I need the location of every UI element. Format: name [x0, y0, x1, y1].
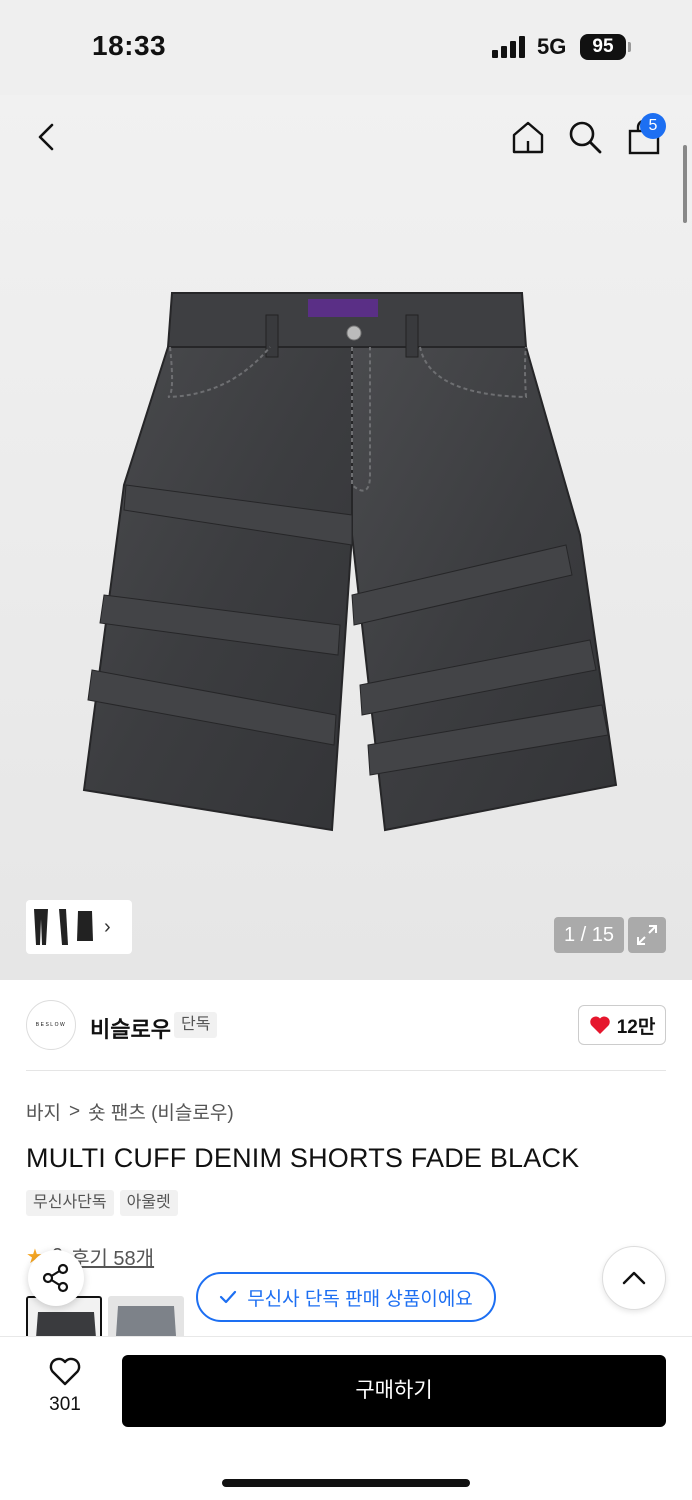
image-counter: 1 / 15	[554, 917, 624, 953]
breadcrumb-subcategory[interactable]: 숏 팬츠 (비슬로우)	[88, 1098, 234, 1125]
thumbnail-side-pants[interactable]	[54, 907, 72, 947]
thumbnail-shorts[interactable]	[76, 907, 94, 947]
check-icon	[220, 1290, 237, 1304]
thumbnail-long-pants[interactable]	[32, 907, 50, 947]
share-button[interactable]	[28, 1250, 84, 1306]
exclusive-notice-text: 무신사 단독 판매 상품이에요	[247, 1288, 473, 1310]
signal-icon	[492, 36, 525, 58]
breadcrumb-separator: >	[68, 1100, 81, 1122]
product-image[interactable]	[70, 285, 630, 845]
review-link[interactable]: 후기 58개	[71, 1242, 154, 1271]
product-title: MULTI CUFF DENIM SHORTS FADE BLACK	[26, 1143, 580, 1173]
product-tags: 무신사단독 아울렛	[26, 1190, 178, 1216]
battery-level: 95	[580, 34, 626, 60]
brand-like-button[interactable]: 12만	[578, 1005, 666, 1045]
scrollbar[interactable]	[683, 145, 687, 223]
buy-button[interactable]: 구매하기	[122, 1355, 666, 1427]
cart-count-badge: 5	[640, 113, 666, 139]
thumbnail-strip[interactable]: ›	[26, 900, 132, 954]
home-icon	[512, 121, 544, 154]
back-button[interactable]	[24, 115, 68, 159]
chevron-left-icon	[38, 123, 54, 151]
home-button[interactable]	[506, 115, 550, 159]
tag-musinsa-exclusive: 무신사단독	[26, 1190, 114, 1216]
home-indicator[interactable]	[222, 1479, 470, 1487]
expand-icon	[637, 925, 657, 945]
divider	[26, 1070, 666, 1071]
brand-logo-text: BESLOW	[35, 1022, 67, 1028]
brand-logo[interactable]: BESLOW	[26, 1000, 76, 1050]
heart-filled-icon	[589, 1016, 610, 1034]
breadcrumb-category[interactable]: 바지	[26, 1098, 61, 1125]
chevron-up-icon	[622, 1271, 646, 1285]
chevron-right-icon[interactable]: ›	[104, 916, 111, 939]
status-bar: 18:33 5G 95	[0, 0, 692, 95]
brand-name[interactable]: 비슬로우	[90, 1012, 171, 1044]
share-icon	[42, 1263, 69, 1293]
swatch-grey[interactable]	[108, 1296, 184, 1336]
status-time: 18:33	[92, 30, 167, 61]
bottom-action-bar: 301 구매하기	[0, 1336, 692, 1500]
wishlist-count: 301	[49, 1394, 81, 1415]
scroll-top-button[interactable]	[602, 1246, 666, 1310]
exclusive-notice: 무신사 단독 판매 상품이에요	[196, 1272, 496, 1322]
brand-exclusive-tag: 단독	[174, 1012, 218, 1038]
wishlist-button[interactable]: 301	[40, 1357, 90, 1416]
breadcrumb: 바지 > 숏 팬츠 (비슬로우)	[26, 1098, 234, 1125]
search-icon	[569, 121, 602, 154]
product-gallery[interactable]: 5 › 1 / 15	[0, 95, 692, 980]
brand-like-count: 12만	[616, 1016, 656, 1038]
battery-tip	[628, 42, 631, 52]
expand-button[interactable]	[628, 917, 666, 953]
search-button[interactable]	[563, 115, 607, 159]
heart-outline-icon	[49, 1357, 81, 1386]
network-type: 5G	[537, 34, 567, 59]
tag-outlet: 아울렛	[119, 1190, 178, 1216]
